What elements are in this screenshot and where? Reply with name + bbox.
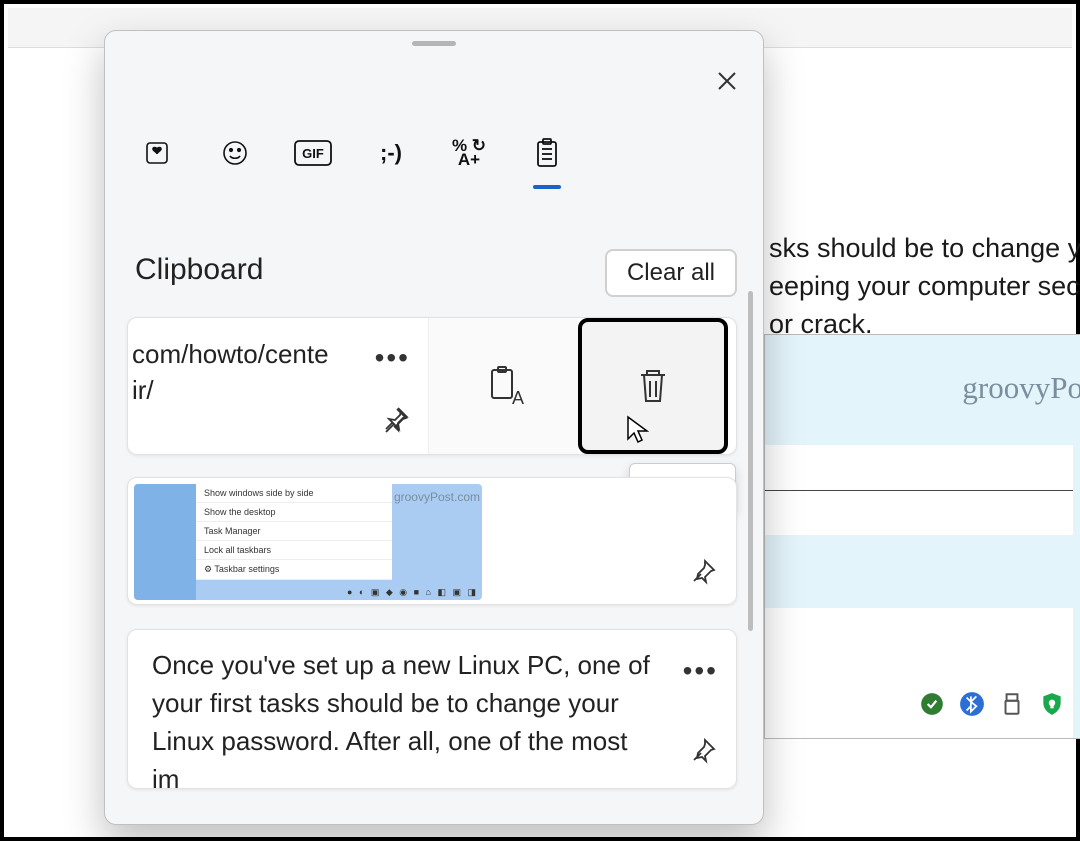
tab-gif[interactable]: GIF xyxy=(291,131,335,175)
paste-as-text-button[interactable]: A xyxy=(428,318,578,454)
more-icon[interactable]: ••• xyxy=(375,340,410,376)
clip-text-line1: com/howto/cente xyxy=(132,339,329,369)
svg-text:GIF: GIF xyxy=(302,146,324,161)
security-icon xyxy=(1039,691,1065,722)
close-button[interactable] xyxy=(705,59,749,103)
background-article-text: sks should be to change y eeping your co… xyxy=(769,229,1080,343)
pin-icon[interactable] xyxy=(688,736,718,776)
pin-icon[interactable] xyxy=(688,557,718,592)
clip-image-thumbnail: Show windows side by side Show the deskt… xyxy=(134,484,482,600)
pin-icon[interactable] xyxy=(380,405,410,444)
clear-all-button[interactable]: Clear all xyxy=(605,249,737,297)
tab-emoji[interactable] xyxy=(213,131,257,175)
bluetooth-icon xyxy=(959,691,985,722)
input-panel: GIF ;-) % ↻A+ Clipboard Clear all com/ho… xyxy=(104,30,764,825)
tab-favorites[interactable] xyxy=(135,131,179,175)
clipboard-item-3[interactable]: Once you've set up a new Linux PC, one o… xyxy=(127,629,737,789)
background-article-image: groovyPo xyxy=(764,334,1080,739)
background-watermark: groovyPo xyxy=(962,370,1080,406)
thumb-context-menu: Show windows side by side Show the deskt… xyxy=(196,484,392,580)
tab-kaomoji[interactable]: ;-) xyxy=(369,131,413,175)
usb-icon xyxy=(999,691,1025,722)
screenshot-frame: sks should be to change y eeping your co… xyxy=(0,0,1080,841)
delete-button[interactable] xyxy=(578,318,728,454)
clipboard-item-2[interactable]: Show windows side by side Show the deskt… xyxy=(127,477,737,605)
more-icon[interactable]: ••• xyxy=(683,652,718,690)
clip-text-line2: ir/ xyxy=(132,375,154,405)
scrollbar[interactable] xyxy=(748,291,753,631)
section-heading: Clipboard xyxy=(135,253,263,287)
panel-grip[interactable] xyxy=(412,41,456,46)
clipboard-item-1[interactable]: com/howto/cente ir/ ••• A xyxy=(127,317,737,455)
tab-clipboard[interactable] xyxy=(525,131,569,175)
shield-icon xyxy=(919,691,945,722)
panel-tabs: GIF ;-) % ↻A+ xyxy=(135,131,569,175)
system-tray xyxy=(911,685,1073,728)
tab-symbols[interactable]: % ↻A+ xyxy=(447,131,491,175)
clip-text: Once you've set up a new Linux PC, one o… xyxy=(152,650,650,794)
svg-text:A: A xyxy=(512,388,524,408)
